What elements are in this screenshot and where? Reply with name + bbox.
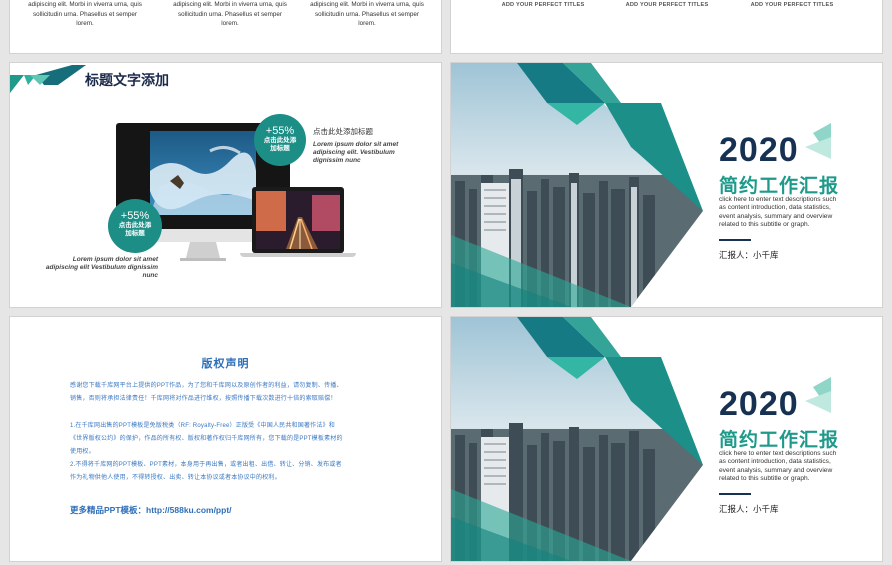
column-3-line-1: adipiscing elit. Morbi in viverra urna, … bbox=[310, 1, 424, 8]
cover-1-divider bbox=[719, 239, 751, 241]
column-2-line-2: sollicitudin urna. Phasellus et semper bbox=[178, 10, 282, 18]
cover-2-desc-line-4: related to this subtitle or graph. bbox=[719, 475, 810, 483]
left-body-line-3: nunc bbox=[142, 272, 158, 279]
cover-2-description: click here to enter text descriptions su… bbox=[719, 450, 847, 484]
slide-thumbnail-copyright[interactable]: 版权声明 感谢您下载千库网平台上提供的PPT作品，为了您和千库网以及原创作者的利… bbox=[10, 317, 441, 561]
perfect-title-1: ADD YOUR PERFECT TITLES bbox=[501, 2, 585, 8]
cover-2-desc-line-2: as content introduction, data statistics… bbox=[719, 458, 831, 466]
stat-badge-bottom: +55% 点击此处添 加标题 bbox=[108, 199, 162, 253]
laptop-base bbox=[240, 253, 356, 257]
column-1-line-3: lorem. bbox=[76, 20, 94, 27]
column-2-line-3: lorem. bbox=[221, 20, 239, 27]
stat-badge-bottom-label-2: 加标题 bbox=[125, 230, 145, 237]
cover-1-year: 2020 bbox=[719, 131, 799, 169]
column-1-line-1: adipiscing elit. Morbi in viverra urna, … bbox=[28, 1, 142, 8]
cover-2-desc-line-3: event analysis, summary and overview bbox=[719, 466, 833, 474]
cover-1-year-accent bbox=[805, 123, 831, 159]
column-3-line-3: lorem. bbox=[358, 20, 376, 27]
copyright-paragraph-2: 1.在千库网出售的PPT模板是免版税类（RF: Royalty-Free）正版受… bbox=[70, 420, 390, 459]
laptop-screen-image bbox=[256, 191, 340, 249]
copyright-p3-line-2: 作为礼物供他人使用，不得转授权、出卖、转让本协议或者本协议中的权利。 bbox=[70, 475, 281, 481]
stat-badge-bottom-label-1: 点击此处添 bbox=[118, 222, 152, 229]
copyright-p2-line-1: 1.在千库网出售的PPT模板是免版税类（RF: Royalty-Free）正版受… bbox=[70, 423, 335, 429]
right-body-line-2: adipiscing elit. Vestibulum bbox=[313, 149, 395, 156]
slide-title: 标题文字添加 bbox=[85, 72, 169, 88]
cover-2-divider bbox=[719, 493, 751, 495]
corner-decoration bbox=[10, 65, 86, 93]
stat-badge-top-percent: +55% bbox=[265, 125, 295, 137]
cover-2-reporter: 汇报人：小千库 bbox=[719, 504, 779, 514]
text-column-2: adipiscing elit. Morbi in viverra urna, … bbox=[170, 0, 290, 29]
perfect-title-2: ADD YOUR PERFECT TITLES bbox=[625, 2, 709, 8]
copyright-p1-line-1: 感谢您下载千库网平台上提供的PPT作品，为了您和千库网以及原创作者的利益，请勿复… bbox=[70, 383, 343, 389]
stat-badge-top-label-2: 加标题 bbox=[270, 145, 290, 152]
cover-1-desc-line-1: click here to enter text descriptions su… bbox=[719, 196, 837, 203]
cover-1-reporter: 汇报人：小千库 bbox=[719, 250, 779, 260]
cover-2-year-accent bbox=[805, 377, 831, 413]
perfect-title-3: ADD YOUR PERFECT TITLES bbox=[750, 2, 834, 8]
slide-thumbnail-devices[interactable]: 标题文字添加 +55% 点击此处添 加标题 +55% 点击此处添 加标题 点击此… bbox=[10, 63, 441, 307]
cover-1-description: click here to enter text descriptions su… bbox=[719, 196, 847, 230]
stat-badge-top: +55% 点击此处添 加标题 bbox=[254, 114, 306, 166]
cover-2-year: 2020 bbox=[719, 385, 799, 423]
cover-2-title: 简约工作汇报 bbox=[719, 430, 840, 451]
copyright-template-link[interactable]: 更多精品PPT模板：http://588ku.com/ppt/ bbox=[70, 504, 232, 516]
cover-2-desc-line-1: click here to enter text descriptions su… bbox=[719, 450, 837, 457]
copyright-p2-line-2: 《世界版权公约》的保护，作品的所有权、版权和著作权归千库网所有，您下载的是PPT… bbox=[70, 436, 343, 442]
copyright-paragraph-1: 感谢您下载千库网平台上提供的PPT作品，为了您和千库网以及原创作者的利益，请勿复… bbox=[70, 380, 390, 406]
left-body-text: Lorem ipsum dolor sit amet adipiscing el… bbox=[30, 256, 158, 280]
slide-thumbnail-titles[interactable]: ADD YOUR PERFECT TITLES ADD YOUR PERFECT… bbox=[451, 0, 882, 53]
laptop-frame bbox=[252, 187, 344, 253]
left-body-line-1: Lorem ipsum dolor sit amet bbox=[72, 256, 158, 263]
monitor-stand bbox=[180, 242, 226, 261]
cover-1-desc-line-4: related to this subtitle or graph. bbox=[719, 221, 810, 229]
slide-thumbnail-text-columns[interactable]: adipiscing elit. Morbi in viverra urna, … bbox=[10, 0, 441, 53]
column-2-line-1: adipiscing elit. Morbi in viverra urna, … bbox=[173, 1, 287, 8]
monitor-screen-image bbox=[150, 131, 256, 215]
stat-badge-top-label-1: 点击此处添 bbox=[263, 137, 297, 144]
copyright-title: 版权声明 bbox=[201, 358, 250, 370]
cover-1-desc-line-2: as content introduction, data statistics… bbox=[719, 204, 831, 212]
slide-thumbnail-cover-1[interactable]: 2020 简约工作汇报 click here to enter text des… bbox=[451, 63, 882, 307]
copyright-p3-line-1: 2.不得将千库网的PPT模板、PPT素材，本身用于再出售，或者出租、出借、转让、… bbox=[70, 462, 342, 468]
left-body-line-2: adipiscing elit Vestibulum dignissim bbox=[45, 264, 158, 271]
text-column-1: adipiscing elit. Morbi in viverra urna, … bbox=[25, 0, 145, 29]
copyright-p2-line-3: 使用权。 bbox=[70, 449, 95, 455]
slide-thumbnail-cover-2[interactable]: 2020 简约工作汇报 click here to enter text des… bbox=[451, 317, 882, 561]
right-body-line-3: dignissim nunc bbox=[313, 157, 361, 164]
right-heading: 点击此处添加标题 bbox=[313, 127, 373, 136]
stat-badge-bottom-percent: +55% bbox=[120, 210, 150, 222]
column-1-line-2: sollicitudin urna. Phasellus et semper bbox=[33, 10, 137, 18]
cover-2-city-graphic bbox=[451, 317, 703, 561]
text-column-3: adipiscing elit. Morbi in viverra urna, … bbox=[307, 0, 427, 29]
copyright-p1-line-2: 销售，否则将承担法律责任！千库网将对作品进行维权，按照传播下载次数进行十倍的索取… bbox=[70, 396, 337, 402]
right-body-line-1: Lorem ipsum dolor sit amet bbox=[313, 141, 399, 148]
column-3-line-2: sollicitudin urna. Phasellus et semper bbox=[315, 10, 419, 18]
right-body-text: Lorem ipsum dolor sit amet adipiscing el… bbox=[313, 141, 398, 165]
copyright-paragraph-3: 2.不得将千库网的PPT模板、PPT素材，本身用于再出售，或者出租、出借、转让、… bbox=[70, 459, 390, 485]
cover-1-title: 简约工作汇报 bbox=[719, 176, 840, 197]
cover-1-city-graphic bbox=[451, 63, 703, 307]
cover-1-desc-line-3: event analysis, summary and overview bbox=[719, 212, 833, 220]
